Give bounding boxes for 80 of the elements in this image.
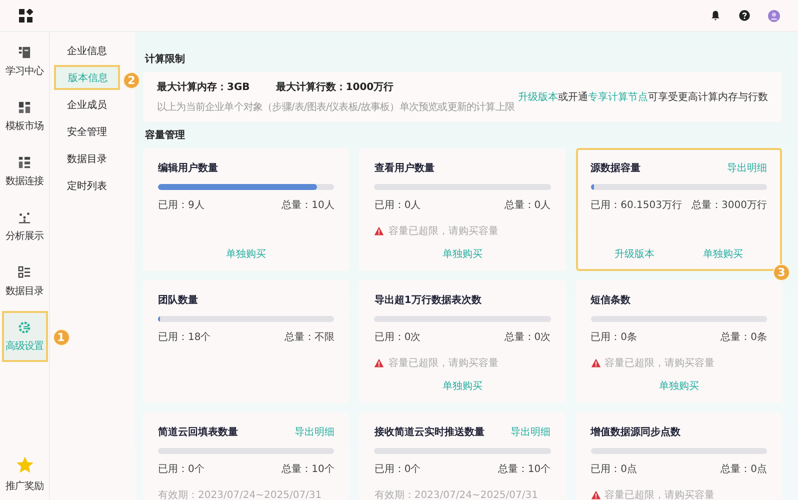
section-title: 计算限制 xyxy=(145,52,186,66)
nav-item[interactable]: 企业信息 xyxy=(54,38,120,63)
warning-icon xyxy=(374,358,384,368)
rail-item[interactable]: 高级设置 xyxy=(2,311,48,362)
total-amount: 总量：0人 xyxy=(504,198,551,212)
card-title: 接收简道云实时推送数量 xyxy=(374,425,484,439)
nav-item[interactable]: 版本信息 xyxy=(54,65,120,90)
card-title: 源数据容量 xyxy=(590,161,641,175)
purchase-link[interactable]: 单独购买 xyxy=(226,247,266,261)
warning-icon xyxy=(590,358,601,368)
purchase-link[interactable]: 单独购买 xyxy=(658,379,699,393)
rail-item[interactable]: 分析展示 xyxy=(2,201,48,252)
step-badge: 2 xyxy=(123,72,140,89)
nav-item[interactable]: 定时列表 xyxy=(54,173,120,198)
total-amount: 总量：10个 xyxy=(282,462,334,476)
total-amount: 总量：0次 xyxy=(504,330,551,344)
used-amount: 已用：18个 xyxy=(158,331,211,344)
total-amount: 总量：0条 xyxy=(720,330,767,344)
card-title: 查看用户数量 xyxy=(374,161,434,175)
card-title: 简道云回填表数量 xyxy=(158,426,238,439)
card-title: 短信条数 xyxy=(590,294,631,307)
upgrade-text: 或开通 xyxy=(558,90,588,104)
card-title: 编辑用户数量 xyxy=(158,161,218,175)
star-icon xyxy=(16,456,34,474)
upgrade-text: 可享受更高计算内存与行数 xyxy=(648,90,768,104)
purchase-link[interactable]: 单独购买 xyxy=(442,247,482,261)
nav-item[interactable]: 数据目录 xyxy=(54,146,120,171)
help-icon[interactable] xyxy=(739,10,750,21)
purchase-link[interactable]: 单独购买 xyxy=(702,247,743,261)
total-amount: 总量：不限 xyxy=(284,330,334,344)
list-icon xyxy=(18,266,31,278)
export-link[interactable]: 导出明细 xyxy=(294,425,334,439)
total-amount: 总量：10个 xyxy=(498,462,551,476)
card-title: 团队数量 xyxy=(158,294,198,307)
avatar-icon[interactable] xyxy=(768,10,780,22)
used-amount: 已用：0个 xyxy=(374,463,421,476)
total-amount: 总量：10人 xyxy=(282,198,334,212)
gear-icon xyxy=(18,320,31,334)
validity-text: 有效期：2023/07/24~2025/07/31 xyxy=(158,488,323,500)
scatter-chart-icon xyxy=(18,210,31,224)
card-title: 增值数据源同步点数 xyxy=(590,426,681,439)
used-amount: 已用：0人 xyxy=(374,199,421,212)
rail-item[interactable]: 推广奖励 xyxy=(2,449,48,500)
rail-item[interactable]: 数据连接 xyxy=(2,146,48,197)
nav-item[interactable]: 安全管理 xyxy=(54,119,120,144)
used-amount: 已用：9人 xyxy=(158,199,204,212)
step-badge: 3 xyxy=(772,264,790,281)
upgrade-link[interactable]: 升级版本 xyxy=(518,90,558,104)
used-amount: 已用：60.1503万行 xyxy=(590,199,682,212)
warning-text: 容量已超限，请购买容量 xyxy=(388,356,498,370)
used-amount: 已用：0点 xyxy=(590,462,638,476)
used-amount: 已用：0次 xyxy=(374,331,421,344)
rail-item[interactable]: 数据目录 xyxy=(2,256,48,307)
total-amount: 总量：0点 xyxy=(720,462,767,476)
purchase-link[interactable]: 升级版本 xyxy=(614,247,655,261)
warning-text: 容量已超限，请购买容量 xyxy=(604,356,715,370)
limit-value: 最大计算行数：1000万行 xyxy=(276,80,394,94)
section-title: 容量管理 xyxy=(145,128,186,142)
nav-item[interactable]: 企业成员 xyxy=(54,92,120,117)
export-link[interactable]: 导出明细 xyxy=(726,161,767,175)
upgrade-link[interactable]: 专享计算节点 xyxy=(588,90,648,104)
notification-icon[interactable] xyxy=(710,10,721,21)
table-icon xyxy=(18,156,31,168)
warning-text: 容量已超限，请购买容量 xyxy=(388,224,498,238)
book-icon xyxy=(18,46,31,58)
limits-note: 以上为当前企业单个对象（步骤/表/图表/仪表板/故事板）单次预览或更新的计算上限 xyxy=(157,100,514,114)
warning-text: 容量已超限，请购买容量 xyxy=(604,488,715,500)
validity-text: 有效期：2023/07/24~2025/07/31 xyxy=(374,488,539,500)
rail-item[interactable]: 模板市场 xyxy=(2,91,48,142)
used-amount: 已用：0条 xyxy=(590,331,638,344)
limit-value: 最大计算内存：3GB xyxy=(157,80,250,94)
card-title: 导出超1万行数据表次数 xyxy=(374,294,482,307)
export-link[interactable]: 导出明细 xyxy=(510,425,551,439)
apps-icon[interactable] xyxy=(19,8,33,22)
warning-icon xyxy=(374,226,384,236)
total-amount: 总量：3000万行 xyxy=(692,198,767,212)
purchase-link[interactable]: 单独购买 xyxy=(442,379,482,393)
grid-icon xyxy=(18,100,31,114)
used-amount: 已用：0个 xyxy=(158,463,204,476)
rail-item[interactable]: 学习中心 xyxy=(2,36,48,87)
